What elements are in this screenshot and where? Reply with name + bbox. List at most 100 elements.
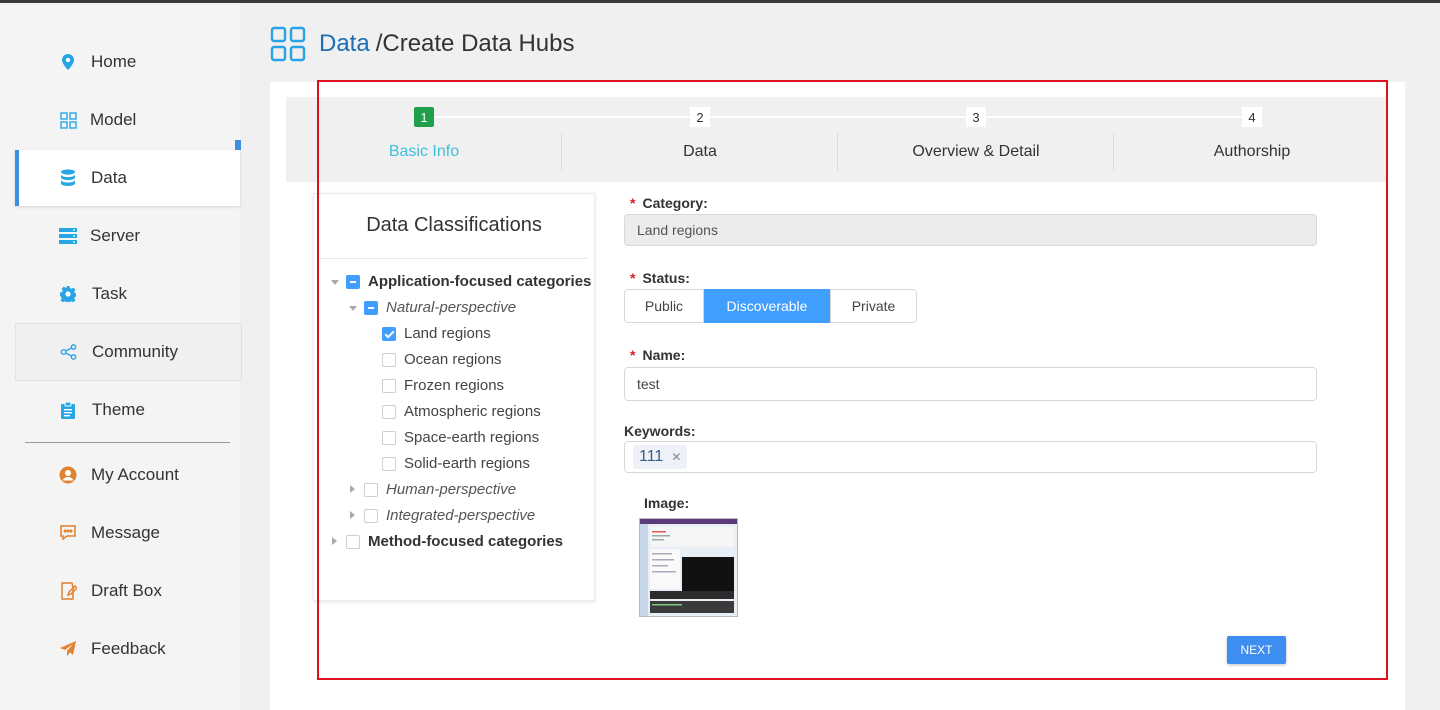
sidebar-item-label: Home [91,52,137,71]
tree-checkbox[interactable] [382,457,396,471]
page-title: /Create Data Hubs [375,30,575,57]
step-connector [1114,116,1252,118]
sidebar-item-feedback[interactable]: Feedback [15,621,240,677]
tree-checkbox[interactable] [346,535,360,549]
grid-icon [270,26,306,62]
status-option-public[interactable]: Public [624,289,704,323]
step-title: Basic Info [388,143,460,160]
category-field: Land regions [624,214,1317,246]
sidebar: Home Model Data Server Task Community Th… [0,3,242,710]
next-button[interactable]: NEXT [1227,636,1286,664]
step-number: 1 [414,107,434,127]
status-option-private[interactable]: Private [830,289,917,323]
sidebar-item-data[interactable]: Data [15,150,240,206]
tree-node-label[interactable]: Natural-perspective [386,299,516,316]
required-mark: * [630,270,636,286]
sidebar-item-label: Server [90,226,141,245]
sidebar-item-label: Feedback [91,639,166,658]
sidebar-scroll-indicator [235,140,241,150]
tree-checkbox[interactable] [364,301,378,315]
tree-node-label[interactable]: Solid-earth regions [404,455,530,472]
expand-caret-icon[interactable] [350,511,355,519]
user-circle-icon [59,466,77,484]
sidebar-item-task[interactable]: Task [15,266,240,322]
close-icon[interactable]: ✕ [671,450,681,464]
category-label: * Category: [630,195,708,211]
paper-plane-icon [59,640,77,658]
required-mark: * [630,347,636,363]
expand-caret-icon[interactable] [332,537,337,545]
step-1[interactable]: 1 Basic Info [286,97,562,182]
tree-checkbox[interactable] [382,327,396,341]
tree-node-label[interactable]: Land regions [404,325,491,342]
expand-caret-icon[interactable] [331,280,339,285]
tree-checkbox[interactable] [382,379,396,393]
step-connector [434,116,562,118]
sidebar-item-label: Theme [92,400,145,419]
step-bar: 1 Basic Info 2 Data 3 Overview & Detail … [286,97,1388,182]
step-title: Data [683,143,717,160]
status-option-discoverable[interactable]: Discoverable [704,289,830,323]
sidebar-item-theme[interactable]: Theme [15,382,240,438]
step-2[interactable]: 2 Data [562,97,838,182]
sidebar-item-message[interactable]: Message [15,505,240,561]
sidebar-item-label: Draft Box [91,581,162,600]
sidebar-item-my-account[interactable]: My Account [15,447,240,503]
keyword-tag-text: 111 [639,448,664,465]
sidebar-item-community[interactable]: Community [15,323,242,381]
tree-node-label[interactable]: Method-focused categories [368,533,563,550]
sidebar-item-label: My Account [91,465,179,484]
sidebar-item-home[interactable]: Home [15,34,240,90]
step-title: Authorship [1213,143,1291,160]
clipboard-icon [59,401,77,419]
step-number: 3 [966,107,986,127]
gear-icon [59,285,77,303]
tree-node-label[interactable]: Human-perspective [386,481,516,498]
name-label: * Name: [630,347,686,363]
sidebar-item-server[interactable]: Server [15,208,240,264]
status-radio-group: Public Discoverable Private [624,289,917,323]
sidebar-item-label: Data [91,168,127,187]
expand-caret-icon[interactable] [349,306,357,311]
sidebar-item-label: Task [92,284,127,303]
tree-node-label[interactable]: Integrated-perspective [386,507,535,524]
image-label: Image: [644,495,690,511]
sidebar-item-label: Model [90,110,137,129]
step-3[interactable]: 3 Overview & Detail [838,97,1114,182]
sidebar-item-model[interactable]: Model [15,92,240,148]
tree-node-label[interactable]: Ocean regions [404,351,502,368]
keyword-tag: 111 ✕ [633,445,688,469]
step-4[interactable]: 4 Authorship [1114,97,1390,182]
breadcrumb-link[interactable]: Data [319,30,370,58]
chat-icon [59,524,77,542]
page-header: Data /Create Data Hubs [270,22,574,66]
sidebar-item-label: Message [91,523,160,542]
tree-checkbox[interactable] [364,483,378,497]
tree-node-label[interactable]: Atmospheric regions [404,403,541,420]
database-icon [59,169,77,187]
tree-node-label[interactable]: Application-focused categories [368,273,591,290]
tree-checkbox[interactable] [364,509,378,523]
expand-caret-icon[interactable] [350,485,355,493]
sidebar-divider [25,442,230,443]
share-icon [60,343,78,361]
step-title: Overview & Detail [912,143,1040,160]
uploaded-image-thumbnail[interactable] [639,518,738,617]
keywords-input[interactable] [624,441,1317,473]
status-label: * Status: [630,270,690,286]
sidebar-item-draft-box[interactable]: Draft Box [15,563,240,619]
grid-icon [59,111,77,129]
tree-checkbox[interactable] [382,353,396,367]
name-input[interactable]: test [624,367,1317,401]
tree-checkbox[interactable] [346,275,360,289]
location-pin-icon [59,53,77,71]
required-mark: * [630,195,636,211]
tree-node-label[interactable]: Space-earth regions [404,429,539,446]
tree-checkbox[interactable] [382,405,396,419]
server-icon [59,227,77,245]
keywords-label: Keywords: [624,423,696,439]
tree-node-label[interactable]: Frozen regions [404,377,504,394]
sidebar-item-label: Community [92,342,178,361]
edit-icon [59,582,77,600]
tree-checkbox[interactable] [382,431,396,445]
